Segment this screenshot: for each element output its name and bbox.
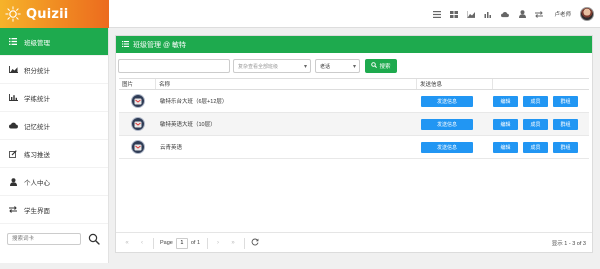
panel-title: 班级管理 @ 敏特 (133, 41, 186, 49)
page-info: 显示 1 - 3 of 3 (551, 241, 586, 247)
sidebar-item-label: 个人中心 (24, 179, 50, 187)
sidebar-item-practice-push[interactable]: 练习推送 (0, 140, 108, 168)
pagination-bar: « ‹ Page of 1 › » 显示 1 - 3 of 3 (116, 232, 592, 253)
sidebar-item-label: 班级管理 (24, 39, 50, 47)
top-bar: Quizii 卢老师 (0, 0, 600, 28)
sidebar-item-label: 记忆统计 (24, 123, 50, 131)
user-name[interactable]: 卢老师 (554, 10, 571, 18)
class-management-panel: 班级管理 @ 敏特 复杂查看全部班级 老话 搜索 图片 名称 发送信息 (115, 35, 593, 253)
sun-logo-icon (0, 0, 26, 28)
class-avatar-icon (130, 117, 145, 131)
page-label: Page (160, 240, 173, 246)
sidebar: 班级管理 积分统计 学练统计 记忆统计 练习推送 个人中心 学生界面 (0, 28, 109, 263)
list-icon (8, 38, 18, 45)
user-icon[interactable] (518, 10, 526, 18)
first-page-icon[interactable]: « (123, 240, 131, 246)
bar-chart-icon (8, 94, 18, 101)
class-name: 敏特英语大班（10层） (160, 122, 216, 128)
panel-header: 班级管理 @ 敏特 (116, 36, 592, 53)
page-count: of 1 (190, 240, 201, 246)
class-name: 云青英语 (160, 145, 183, 151)
area-chart-icon (8, 66, 18, 73)
chart-icon[interactable] (467, 10, 476, 18)
cloud-icon (8, 122, 18, 129)
table-row[interactable]: 敏特乐台大班（6层+12层） 发送信息 编辑 成员 群组 (119, 90, 589, 113)
status-select[interactable]: 老话 (315, 59, 360, 73)
cloud-icon[interactable] (501, 10, 510, 18)
brand[interactable]: Quizii (0, 0, 109, 28)
table-header: 图片 名称 发送信息 (119, 79, 589, 90)
members-button[interactable]: 成员 (523, 141, 548, 153)
sidebar-item-student-view[interactable]: 学生界面 (0, 196, 108, 224)
top-toolbar: 卢老师 (433, 0, 594, 28)
group-button[interactable]: 群组 (553, 118, 578, 130)
last-page-icon[interactable]: » (229, 240, 237, 246)
class-type-select-text: 复杂查看全部班级 (238, 63, 279, 70)
status-select-value: 老话 (320, 63, 331, 70)
class-name: 敏特乐台大班（6层+12层） (160, 99, 228, 105)
members-button[interactable]: 成员 (523, 118, 548, 130)
group-button[interactable]: 群组 (553, 141, 578, 153)
search-icon (371, 62, 378, 70)
send-message-button[interactable]: 发送信息 (421, 95, 473, 107)
list-icon (122, 40, 129, 49)
sidebar-item-study-stats[interactable]: 学练统计 (0, 84, 108, 112)
sidebar-item-class-management[interactable]: 班级管理 (0, 28, 108, 56)
swap-icon (8, 206, 18, 213)
edit-button[interactable]: 编辑 (493, 95, 518, 107)
keyword-input[interactable] (118, 59, 230, 73)
brand-name: Quizii (26, 6, 69, 22)
edit-button[interactable]: 编辑 (493, 141, 518, 153)
page-number-input[interactable] (175, 237, 188, 249)
grid-icon[interactable] (450, 10, 459, 18)
sidebar-item-label: 学生界面 (24, 207, 50, 215)
bar-chart-icon[interactable] (484, 10, 492, 18)
sidebar-item-label: 学练统计 (24, 95, 50, 103)
edit-icon (8, 149, 18, 158)
class-avatar-icon (130, 140, 145, 154)
avatar[interactable] (580, 7, 594, 21)
send-message-button[interactable]: 发送信息 (421, 118, 473, 130)
sidebar-item-label: 练习推送 (24, 151, 50, 159)
search-icon[interactable] (88, 233, 100, 245)
table-row[interactable]: 云青英语 发送信息 编辑 成员 群组 (119, 136, 589, 159)
user-icon (8, 177, 18, 186)
class-type-select[interactable]: 复杂查看全部班级 (233, 59, 311, 73)
divider (244, 237, 246, 249)
search-button[interactable]: 搜索 (365, 59, 397, 73)
members-button[interactable]: 成员 (523, 95, 548, 107)
class-avatar-icon (130, 94, 145, 108)
divider (207, 237, 209, 249)
column-header[interactable]: 图片 (119, 79, 156, 89)
search-button-label: 搜索 (379, 64, 391, 70)
next-page-icon[interactable]: › (214, 240, 222, 246)
list-icon[interactable] (433, 10, 442, 18)
sidebar-item-personal-center[interactable]: 个人中心 (0, 168, 108, 196)
column-header[interactable]: 发送信息 (417, 79, 493, 89)
prev-page-icon[interactable]: ‹ (138, 240, 146, 246)
sidebar-item-points-stats[interactable]: 积分统计 (0, 56, 108, 84)
group-button[interactable]: 群组 (553, 95, 578, 107)
refresh-icon[interactable] (251, 238, 259, 248)
sidebar-item-label: 积分统计 (24, 67, 50, 75)
send-message-button[interactable]: 发送信息 (421, 141, 473, 153)
divider (153, 237, 154, 249)
word-card-search-input[interactable] (7, 233, 81, 245)
class-table: 图片 名称 发送信息 敏特乐台大班（6层+12层） 发送信息 编辑 成员 群组 … (119, 78, 589, 159)
swap-icon[interactable] (535, 10, 544, 18)
column-header (493, 79, 589, 89)
edit-button[interactable]: 编辑 (493, 118, 518, 130)
table-row[interactable]: 敏特英语大班（10层） 发送信息 编辑 成员 群组 (119, 113, 589, 136)
column-header[interactable]: 名称 (156, 79, 417, 89)
sidebar-item-memory-stats[interactable]: 记忆统计 (0, 112, 108, 140)
